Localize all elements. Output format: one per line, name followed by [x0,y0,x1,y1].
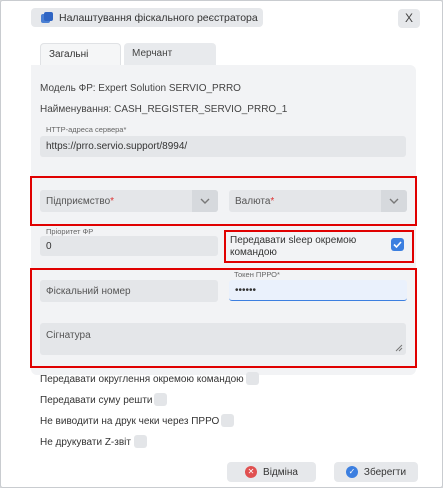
save-button[interactable]: ✓ Зберегти [334,462,418,482]
fiscal-number-input[interactable]: Фіскальний номер [40,280,218,302]
currency-placeholder: Валюта [235,195,271,207]
priority-input[interactable]: 0 [40,236,218,256]
rounding-checkbox[interactable] [246,372,259,385]
tab-merchant[interactable]: Мерчант [124,43,216,67]
sleep-label: Передавати sleep окремою командою [230,235,357,258]
chevron-down-icon [381,190,407,212]
cancel-icon: ✕ [245,466,258,478]
no-z-report-checkbox[interactable] [134,435,147,448]
rounding-checkbox-label: Передавати округлення окремою командою [40,374,244,385]
change-sum-checkbox-label: Передавати суму решти [40,395,153,406]
no-z-report-checkbox-label: Не друкувати Z-звіт [40,437,131,448]
check-icon [393,241,402,249]
token-input[interactable]: •••••• [229,280,407,301]
copy-icon [41,11,53,24]
cancel-button-label: Відміна [263,466,298,478]
currency-required-mark: * [270,195,275,207]
dialog-titlebar: Налаштування фіскального реєстратора X [1,1,442,31]
change-sum-checkbox[interactable] [154,393,167,406]
name-info: Найменування: CASH_REGISTER_SERVIO_PRRO_… [40,104,288,115]
sleep-checkbox[interactable] [391,238,404,251]
server-label: HTTP-адреса сервера* [46,125,127,134]
model-info: Модель ФР: Expert Solution SERVIO_PRRO [40,83,241,94]
check-circle-icon: ✓ [345,466,358,478]
dialog-title: Налаштування фіскального реєстратора [59,11,258,24]
save-button-label: Зберегти [363,466,407,478]
signature-placeholder: Сігнатура [46,330,91,341]
resize-handle-icon[interactable] [395,344,403,352]
dialog-title-pill: Налаштування фіскального реєстратора [31,8,263,27]
company-required-mark: * [110,195,115,207]
fiscal-settings-dialog: Налаштування фіскального реєстратора X З… [0,0,443,488]
priority-label: Пріоритет ФР [46,227,94,236]
chevron-down-icon [192,190,218,212]
no-print-checks-checkbox-label: Не виводити на друк чеки через ПРРО [40,416,220,427]
close-button[interactable]: X [398,9,420,28]
token-label: Токен ПРРО* [234,270,280,279]
cancel-button[interactable]: ✕ Відміна [227,462,316,482]
company-placeholder: Підприємство [46,195,111,207]
server-url-input[interactable]: https://prro.servio.support/8994/ [40,136,406,157]
tab-general[interactable]: Загальні [40,43,121,67]
company-select[interactable]: Підприємство * [40,190,218,212]
no-print-checks-checkbox[interactable] [221,414,234,427]
signature-textarea[interactable]: Сігнатура [40,323,406,355]
currency-select[interactable]: Валюта * [229,190,407,212]
